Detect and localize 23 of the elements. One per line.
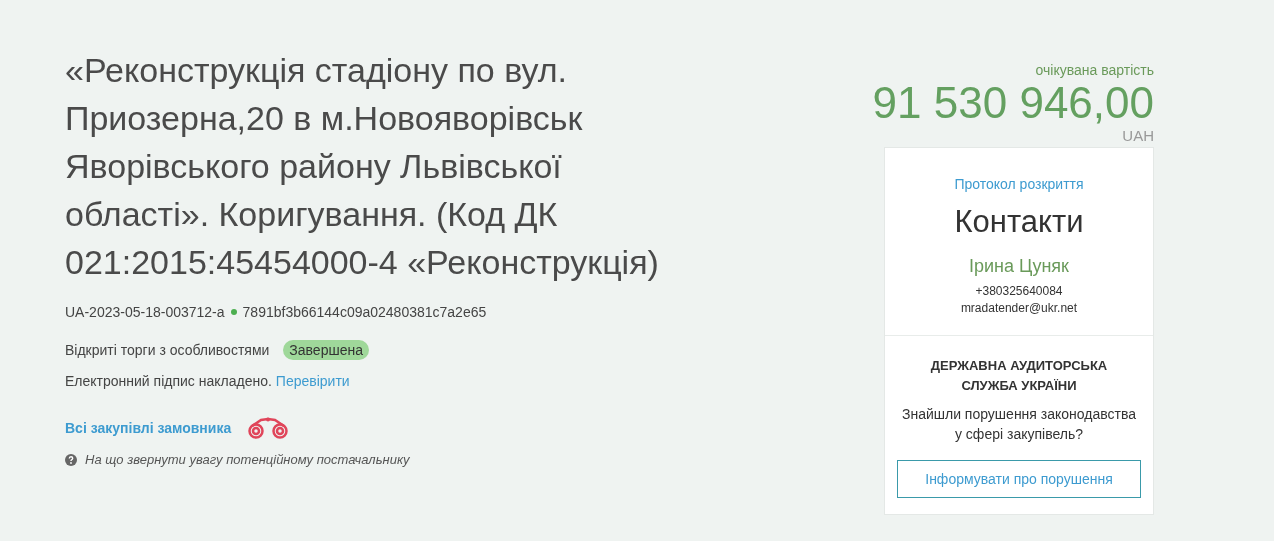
procedure-type: Відкриті торги з особливостями — [65, 342, 270, 358]
tender-title: «Реконструкція стадіону по вул. Приозерна,20 в м.Новояворівськ Яворівського району Львівської області». Коригування. (Код ДК 021:2015:45454000-4 «Реконструкція) — [65, 50, 660, 283]
report-violation-button[interactable]: Інформувати про порушення — [897, 460, 1141, 498]
expected-value-label: очікувана вартість — [1035, 62, 1154, 78]
contact-email: mradatender@ukr.net — [960, 300, 1078, 317]
audit-service-heading: ДЕРЖАВНА АУДИТОРСЬКА СЛУЖБА УКРАЇНИ — [929, 357, 1109, 395]
verify-link[interactable]: Перевірити — [275, 373, 350, 389]
contact-name: Ірина Цуняк — [969, 256, 1069, 277]
binoculars-icon[interactable] — [247, 417, 290, 439]
currency: UAH — [1122, 128, 1154, 144]
help-icon[interactable] — [65, 453, 77, 466]
tender-hash: 7891bf3b66144c09a02480381c7a2e65 — [242, 304, 487, 320]
status-badge: Завершена — [283, 340, 369, 360]
tender-id: UA-2023-05-18-003712-a — [65, 304, 225, 320]
contacts-heading: Контакти — [954, 204, 1084, 240]
signature-text: Електронний підпис накладено. — [65, 373, 272, 389]
contact-phone: +380325640084 — [975, 283, 1063, 300]
status-dot-icon — [230, 309, 237, 315]
supplier-hint-link[interactable]: На що звернути увагу потенційному постачальнику — [85, 452, 410, 467]
protocol-link[interactable]: Протокол розкриття — [954, 176, 1084, 192]
expected-amount: 91 530 946,00 — [872, 78, 1154, 128]
violation-question: Знайшли порушення законодавства у сфері закупівель? — [900, 405, 1138, 444]
customer-purchases-link[interactable]: Всі закупівлі замовника — [65, 420, 232, 436]
